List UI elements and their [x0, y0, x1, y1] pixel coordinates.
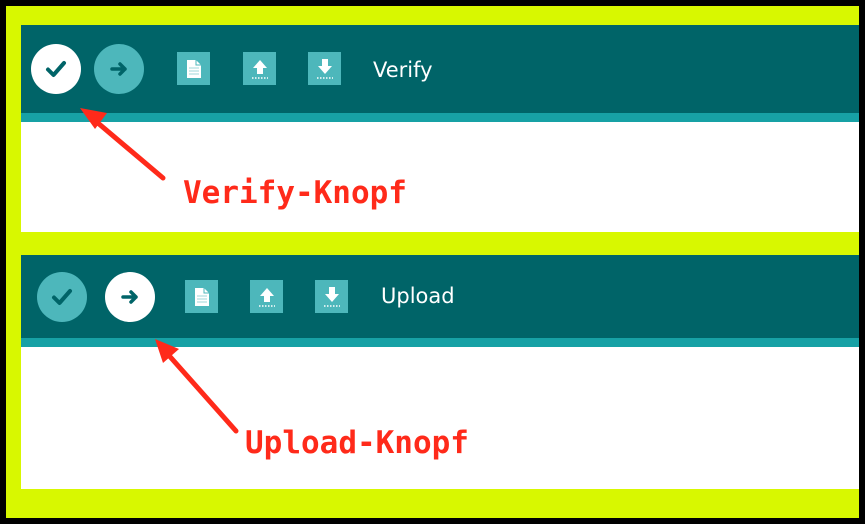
upload-annotation: Upload-Knopf [245, 425, 469, 461]
ide-window-verify: Verify Verify-Knopf [21, 25, 859, 232]
new-button[interactable] [185, 280, 218, 313]
new-file-icon [194, 287, 209, 306]
toolbar: Upload [21, 255, 859, 347]
open-button[interactable] [250, 280, 283, 313]
ide-window-upload: Upload Upload-Knopf [21, 255, 859, 489]
checkmark-icon [52, 289, 72, 305]
new-file-icon [186, 59, 201, 78]
save-arrow-down-icon [316, 58, 333, 79]
upload-button[interactable] [94, 44, 144, 94]
arrow-right-icon [110, 62, 127, 76]
save-button[interactable] [315, 280, 348, 313]
save-button[interactable] [308, 52, 341, 85]
toolbar-label: Verify [373, 58, 433, 82]
upload-button[interactable] [105, 272, 155, 322]
save-arrow-down-icon [323, 286, 340, 307]
checkmark-icon [46, 61, 66, 77]
verify-button[interactable] [37, 272, 87, 322]
toolbar-label: Upload [381, 284, 455, 308]
screenshot-frame: Verify Verify-Knopf Upload Upload-Knopf [6, 6, 859, 518]
arrow-right-icon [121, 290, 138, 304]
new-button[interactable] [177, 52, 210, 85]
verify-annotation: Verify-Knopf [183, 175, 407, 211]
verify-button[interactable] [31, 44, 81, 94]
open-button[interactable] [243, 52, 276, 85]
toolbar: Verify [21, 25, 859, 122]
open-arrow-up-icon [251, 59, 268, 79]
open-arrow-up-icon [258, 287, 275, 307]
